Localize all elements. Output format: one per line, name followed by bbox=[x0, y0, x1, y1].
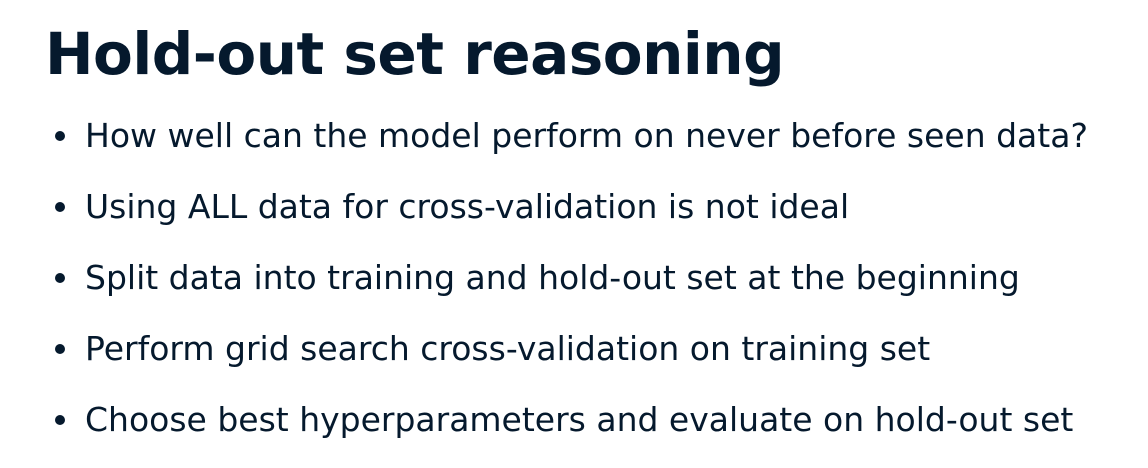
bullet-icon bbox=[55, 131, 65, 141]
bullet-icon bbox=[55, 344, 65, 354]
bullet-icon bbox=[55, 273, 65, 283]
bullet-icon bbox=[55, 202, 65, 212]
slide-title: Hold-out set reasoning bbox=[45, 20, 785, 88]
slide: Hold-out set reasoning How well can the … bbox=[0, 0, 1148, 456]
bullet-text: How well can the model perform on never … bbox=[85, 116, 1088, 155]
bullet-text: Using ALL data for cross-validation is n… bbox=[85, 187, 850, 226]
bullet-text: Choose best hyperparameters and evaluate… bbox=[85, 400, 1074, 439]
bullet-text: Perform grid search cross-validation on … bbox=[85, 329, 931, 368]
bullet-icon bbox=[55, 415, 65, 425]
bullet-text: Split data into training and hold-out se… bbox=[85, 258, 1020, 297]
